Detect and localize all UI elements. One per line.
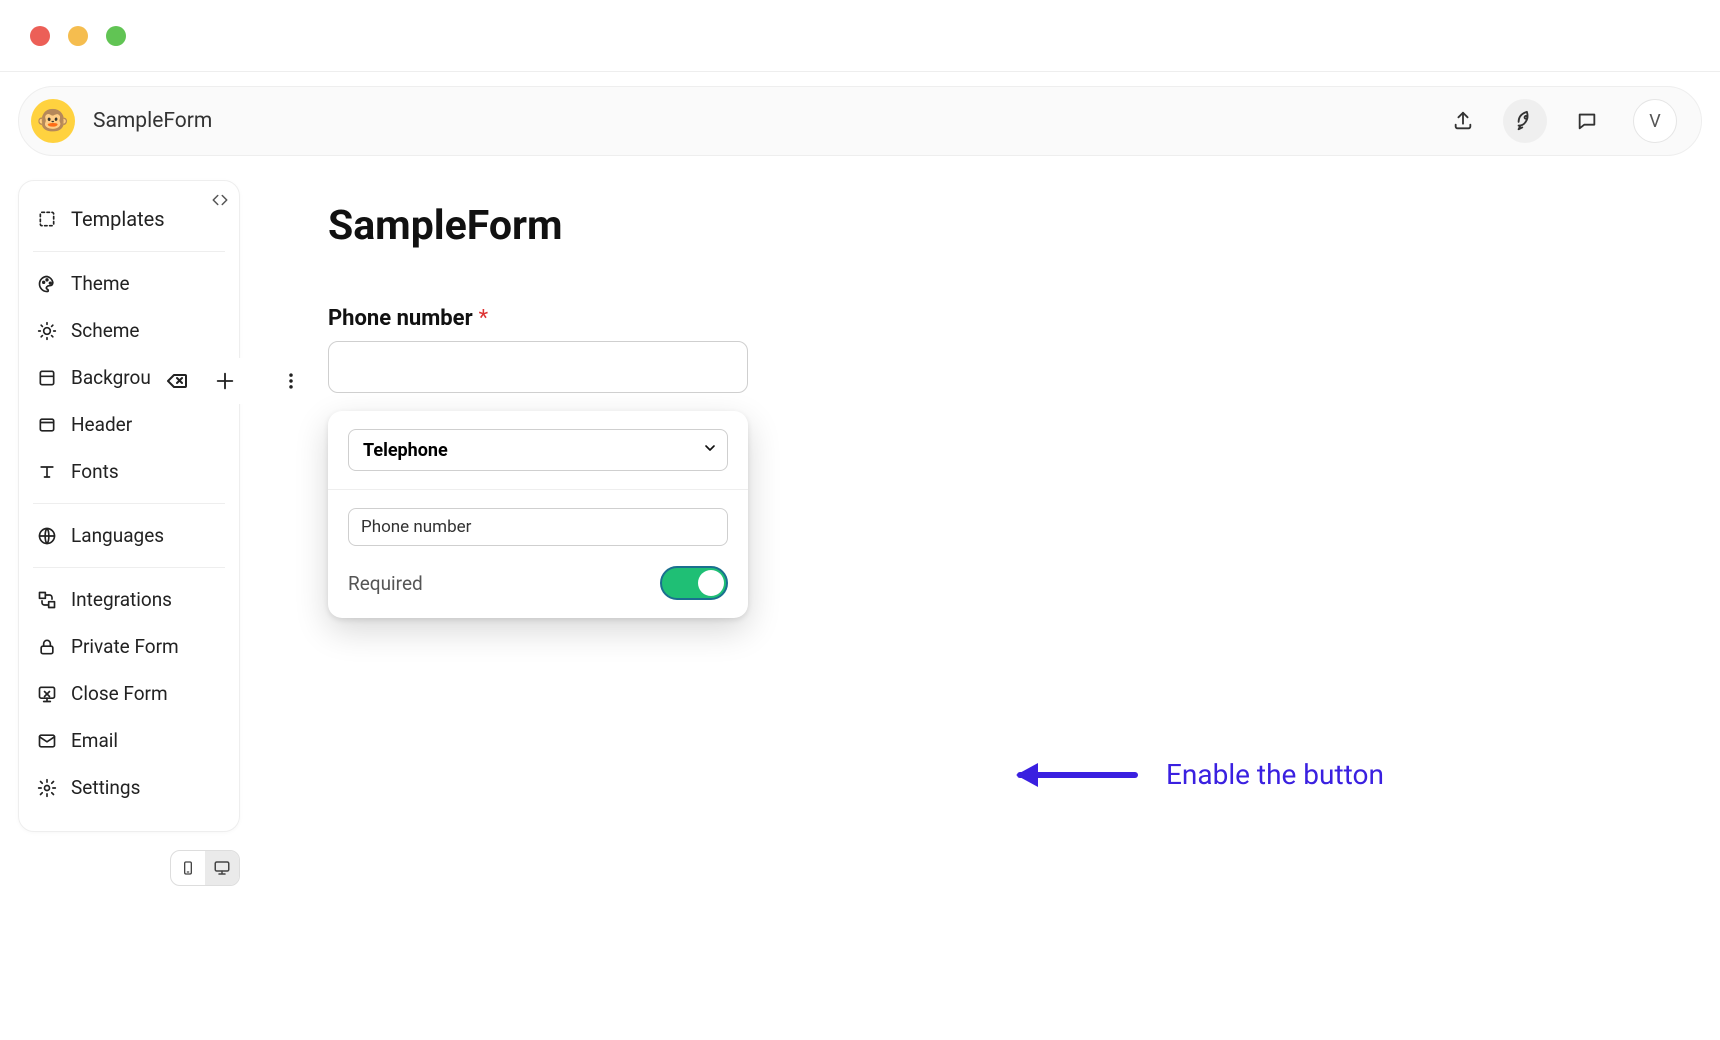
divider	[33, 567, 225, 568]
sun-icon	[37, 321, 57, 341]
more-vertical-icon	[281, 371, 301, 391]
window-minimize-dot[interactable]	[68, 26, 88, 46]
sidebar: Templates Theme Scheme Background Header	[18, 180, 240, 832]
desktop-icon	[213, 859, 231, 877]
plus-icon	[214, 370, 236, 392]
device-desktop-button[interactable]	[205, 851, 239, 885]
device-mobile-button[interactable]	[171, 851, 205, 885]
globe-icon	[37, 526, 57, 546]
required-asterisk: *	[479, 306, 488, 331]
window-titlebar	[0, 0, 1720, 72]
share-button[interactable]	[1441, 99, 1485, 143]
app-logo: 🐵	[31, 99, 75, 143]
close-form-icon	[37, 684, 57, 704]
sidebar-item-label: Scheme	[71, 319, 140, 342]
sidebar-item-languages[interactable]: Languages	[19, 512, 239, 559]
lock-icon	[37, 637, 57, 657]
sidebar-item-private-form[interactable]: Private Form	[19, 623, 239, 670]
sidebar-item-label: Settings	[71, 776, 140, 799]
field-label-text: Phone number	[328, 306, 473, 331]
sidebar-item-label: Fonts	[71, 460, 119, 483]
sidebar-item-label: Private Form	[71, 635, 179, 658]
field-label: Phone number *	[328, 306, 1702, 331]
window-close-dot[interactable]	[30, 26, 50, 46]
field-name-input[interactable]	[348, 508, 728, 546]
field-floating-toolbar	[150, 358, 318, 404]
backspace-icon	[165, 369, 189, 393]
sidebar-item-templates[interactable]: Templates	[19, 195, 239, 243]
field-type-select[interactable]: Telephone	[348, 429, 728, 471]
main-editor: SampleForm Phone number * Telephone Requ…	[258, 180, 1702, 618]
app-header: 🐵 SampleForm V	[18, 86, 1702, 156]
field-more-button[interactable]	[274, 364, 308, 398]
sidebar-item-label: Integrations	[71, 588, 172, 611]
sidebar-item-label: Languages	[71, 524, 164, 547]
rocket-icon	[1514, 110, 1536, 132]
page-title: SampleForm	[328, 202, 1702, 250]
code-toggle-button[interactable]	[211, 191, 229, 213]
device-switch	[170, 850, 240, 886]
comments-button[interactable]	[1565, 99, 1609, 143]
annotation: Enable the button	[1010, 758, 1384, 791]
header-icon	[37, 415, 57, 435]
upload-icon	[1452, 110, 1474, 132]
sidebar-item-settings[interactable]: Settings	[19, 764, 239, 811]
toggle-knob	[698, 570, 724, 596]
sidebar-item-integrations[interactable]: Integrations	[19, 576, 239, 623]
sidebar-item-label: Email	[71, 729, 118, 752]
sidebar-item-header[interactable]: Header	[19, 401, 239, 448]
add-field-button[interactable]	[208, 364, 242, 398]
sidebar-item-label: Theme	[71, 272, 130, 295]
divider	[33, 503, 225, 504]
delete-field-button[interactable]	[160, 364, 194, 398]
window-maximize-dot[interactable]	[106, 26, 126, 46]
sidebar-item-label: Header	[71, 413, 132, 436]
mobile-icon	[180, 860, 196, 876]
templates-icon	[37, 209, 57, 229]
background-icon	[37, 368, 57, 388]
form-name-label[interactable]: SampleForm	[93, 109, 212, 133]
sidebar-item-close-form[interactable]: Close Form	[19, 670, 239, 717]
sidebar-item-label: Templates	[71, 207, 165, 231]
sidebar-item-scheme[interactable]: Scheme	[19, 307, 239, 354]
sidebar-item-fonts[interactable]: Fonts	[19, 448, 239, 495]
annotation-text: Enable the button	[1166, 758, 1384, 791]
divider	[33, 251, 225, 252]
divider	[328, 489, 748, 490]
code-icon	[211, 191, 229, 209]
publish-button[interactable]	[1503, 99, 1547, 143]
mail-icon	[37, 731, 57, 751]
sidebar-item-email[interactable]: Email	[19, 717, 239, 764]
chat-icon	[1576, 110, 1598, 132]
field-settings-popover: Telephone Required	[328, 411, 748, 618]
required-toggle[interactable]	[660, 566, 728, 600]
gear-icon	[37, 778, 57, 798]
arrow-left-icon	[1010, 760, 1140, 790]
sidebar-item-theme[interactable]: Theme	[19, 260, 239, 307]
integrations-icon	[37, 590, 57, 610]
required-label: Required	[348, 572, 423, 595]
sidebar-item-label: Close Form	[71, 682, 168, 705]
palette-icon	[37, 274, 57, 294]
avatar-button[interactable]: V	[1633, 99, 1677, 143]
phone-number-input[interactable]	[328, 341, 748, 393]
type-icon	[37, 462, 57, 482]
